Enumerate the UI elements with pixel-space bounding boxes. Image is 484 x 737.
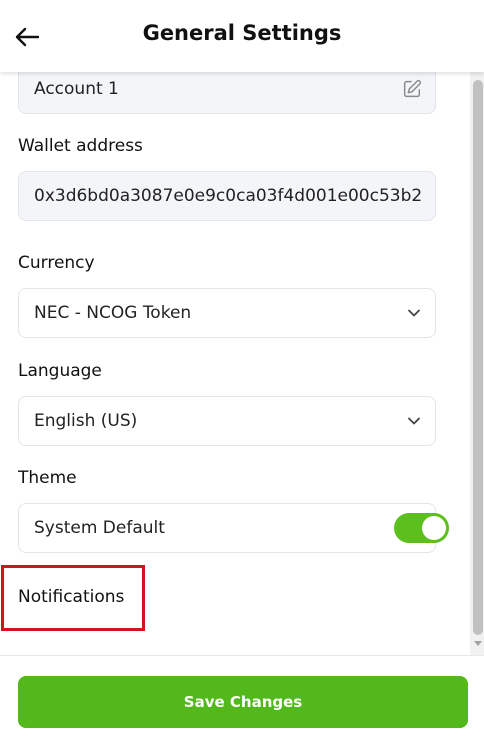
footer-divider — [0, 655, 484, 656]
wallet-address-field[interactable]: 0x3d6bd0a3087e0e9c0ca03f4d001e00c53b2 — [18, 171, 436, 221]
currency-label: Currency — [18, 253, 95, 273]
theme-label: Theme — [18, 468, 77, 488]
currency-select[interactable]: NEC - NCOG Token — [18, 288, 436, 338]
chevron-down-icon — [408, 309, 420, 317]
theme-value: System Default — [34, 518, 165, 538]
language-label: Language — [18, 361, 102, 381]
save-changes-button[interactable]: Save Changes — [18, 676, 468, 728]
page-title: General Settings — [142, 21, 342, 45]
language-select[interactable]: English (US) — [18, 396, 436, 446]
highlight-box — [1, 565, 145, 631]
account-name-value: Account 1 — [34, 79, 119, 99]
edit-icon[interactable] — [401, 78, 423, 100]
wallet-address-value: 0x3d6bd0a3087e0e9c0ca03f4d001e00c53b2 — [34, 186, 423, 206]
chevron-down-icon — [408, 417, 420, 425]
theme-select[interactable]: System Default — [18, 503, 436, 553]
toggle-knob — [422, 516, 446, 540]
scroll-down-arrow-icon[interactable] — [474, 641, 482, 646]
currency-value: NEC - NCOG Token — [34, 303, 192, 323]
notifications-toggle[interactable] — [394, 513, 449, 543]
wallet-address-label: Wallet address — [18, 136, 143, 156]
header-bar: General Settings — [0, 0, 484, 72]
language-value: English (US) — [34, 411, 138, 431]
scrollbar-thumb[interactable] — [473, 80, 483, 635]
account-name-field[interactable]: Account 1 — [18, 72, 436, 114]
